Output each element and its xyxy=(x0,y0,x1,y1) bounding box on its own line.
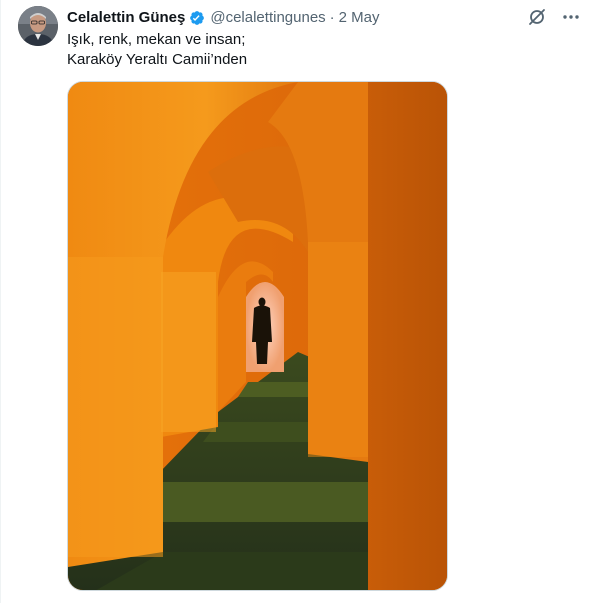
mosque-arches-photo xyxy=(68,82,447,590)
tweet-date[interactable]: 2 May xyxy=(339,8,380,28)
tweet-card[interactable]: Celalettin Güneş @celalettingunes · 2 Ma… xyxy=(0,0,599,603)
verified-badge-icon[interactable] xyxy=(188,9,206,27)
grok-icon[interactable] xyxy=(527,7,547,27)
tweet-text-line: Işık, renk, mekan ve insan; xyxy=(67,31,246,48)
user-handle[interactable]: @celalettingunes xyxy=(210,8,325,28)
display-name[interactable]: Celalettin Güneş xyxy=(67,8,185,28)
tweet-media-image[interactable] xyxy=(67,81,448,591)
tweet-text: Işık, renk, mekan ve insan; Karaköy Yera… xyxy=(67,30,247,70)
avatar-photo xyxy=(18,6,58,46)
more-icon[interactable] xyxy=(561,7,581,27)
separator-dot: · xyxy=(329,9,335,26)
avatar[interactable] xyxy=(18,6,58,46)
timeline-divider xyxy=(0,0,1,603)
tweet-header: Celalettin Güneş @celalettingunes · 2 Ma… xyxy=(67,8,380,28)
tweet-actions-top xyxy=(527,7,581,27)
tweet-text-line: Karaköy Yeraltı Camii’nden xyxy=(67,51,248,68)
